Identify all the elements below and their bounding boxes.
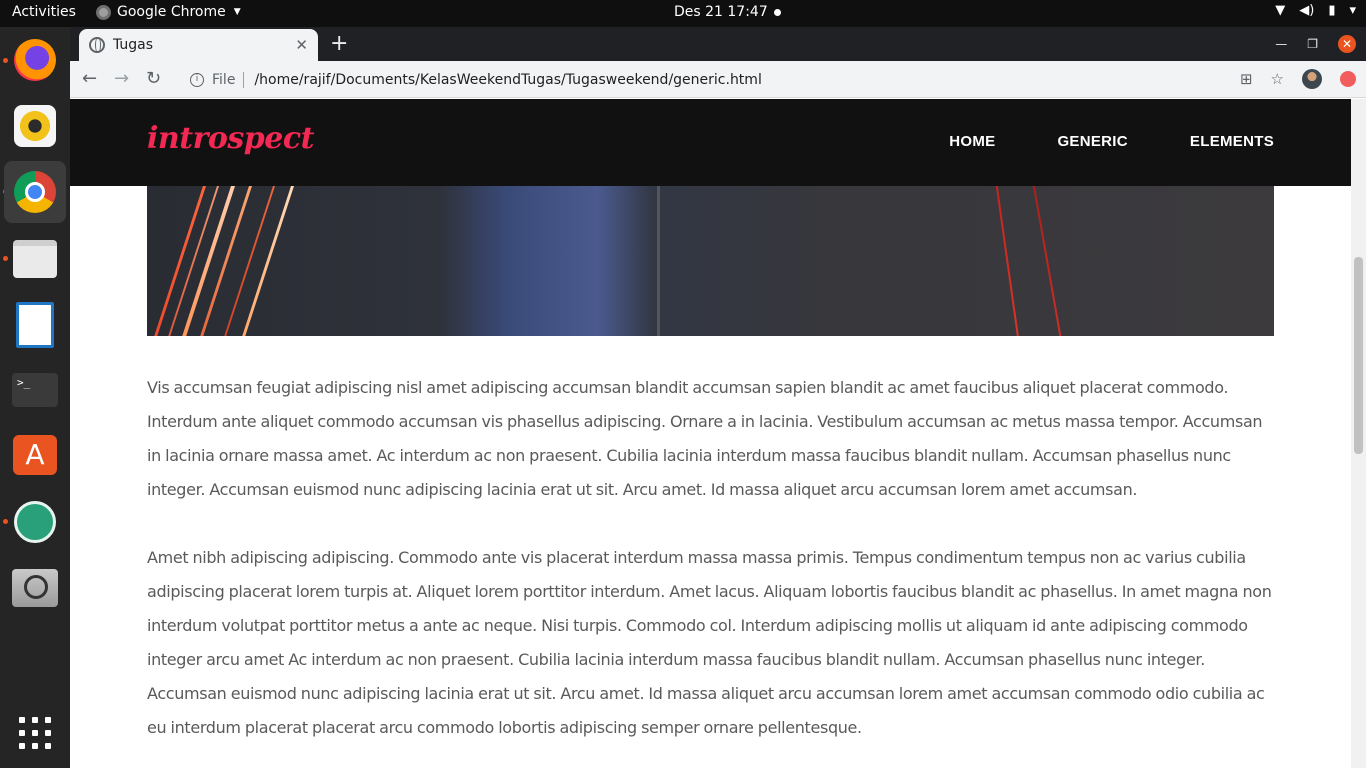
window-controls: — ❐ ✕ (1275, 27, 1366, 61)
scrollbar-thumb[interactable] (1354, 257, 1363, 454)
dock-writer[interactable] (9, 299, 61, 351)
screenshot-icon (12, 569, 58, 607)
software-store-icon: A (13, 435, 57, 475)
show-applications-icon[interactable] (19, 717, 51, 749)
libreoffice-writer-icon (16, 302, 54, 348)
clock[interactable]: Des 21 17:47 (674, 4, 781, 20)
atom-icon (14, 501, 56, 543)
page-scrollbar[interactable] (1351, 99, 1366, 768)
app-menu-label: Google Chrome (117, 4, 226, 20)
bookmark-star-icon[interactable]: ☆ (1271, 70, 1284, 88)
paragraph: Amet nibh adipiscing adipiscing. Commodo… (147, 548, 1272, 737)
rhythmbox-icon (14, 105, 56, 147)
battery-icon: ▮ (1328, 3, 1336, 18)
globe-icon (89, 37, 105, 53)
terminal-icon: >_ (12, 373, 58, 407)
banner-image (147, 186, 1274, 336)
chrome-mini-icon (96, 4, 111, 20)
files-icon (13, 240, 57, 278)
running-indicator (3, 256, 8, 261)
system-tray[interactable]: ▼ ◀) ▮ ▾ (1275, 3, 1356, 18)
nav-elements[interactable]: ELEMENTS (1190, 133, 1274, 150)
app-menu[interactable]: Google Chrome ▼ (96, 4, 241, 20)
dock-files[interactable] (9, 233, 61, 285)
chrome-window: Tugas ✕ + — ❐ ✕ ← → ↻ i File /home/rajif… (70, 27, 1366, 768)
site-logo[interactable]: introspect (147, 121, 314, 156)
info-icon[interactable]: i (190, 72, 204, 87)
chevron-down-icon: ▾ (1349, 3, 1356, 18)
activities-button[interactable]: Activities (12, 4, 76, 20)
profile-avatar[interactable] (1302, 69, 1322, 89)
dock: >_ A (0, 27, 70, 768)
maximize-icon[interactable]: ❐ (1307, 37, 1318, 51)
nav-home[interactable]: HOME (949, 133, 995, 150)
forward-icon[interactable]: → (114, 68, 129, 89)
new-tab-icon[interactable]: + (330, 31, 348, 56)
chrome-icon (14, 171, 56, 213)
translate-icon[interactable]: ⊞ (1240, 70, 1253, 88)
site-header: introspect HOME GENERIC ELEMENTS (70, 99, 1351, 186)
running-indicator (3, 519, 8, 524)
dock-terminal[interactable]: >_ (9, 364, 61, 416)
running-indicator (3, 58, 8, 63)
extension-icon[interactable] (1340, 71, 1356, 87)
back-icon[interactable]: ← (82, 68, 97, 89)
page-viewport: introspect HOME GENERIC ELEMENTS Vis acc… (70, 99, 1366, 768)
article-content: Vis accumsan feugiat adipiscing nisl ame… (147, 371, 1275, 768)
gnome-top-bar: Activities Google Chrome ▼ Des 21 17:47 … (0, 0, 1366, 27)
dock-chrome[interactable] (4, 161, 66, 223)
caret-down-icon: ▼ (233, 7, 241, 17)
nav-generic[interactable]: GENERIC (1057, 133, 1127, 150)
scheme-label: File (212, 71, 236, 88)
tab-title: Tugas (113, 37, 154, 53)
notification-dot-icon (773, 8, 781, 16)
wifi-icon: ▼ (1275, 3, 1286, 18)
dock-rhythmbox[interactable] (9, 100, 61, 152)
tab-strip: Tugas ✕ + — ❐ ✕ (70, 27, 1366, 61)
dock-atom[interactable] (9, 496, 61, 548)
dock-screenshot[interactable] (9, 562, 61, 614)
dock-software[interactable]: A (9, 429, 61, 481)
paragraph: Vis accumsan feugiat adipiscing nisl ame… (147, 378, 1263, 499)
address-bar[interactable]: i File /home/rajif/Documents/KelasWeeken… (178, 65, 1262, 94)
toolbar-actions: ⊞ ☆ (1240, 69, 1356, 89)
volume-icon: ◀) (1299, 3, 1315, 18)
browser-toolbar: ← → ↻ i File /home/rajif/Documents/Kelas… (70, 61, 1366, 98)
close-tab-icon[interactable]: ✕ (295, 36, 308, 54)
dock-firefox[interactable] (9, 34, 61, 86)
firefox-icon (14, 39, 56, 81)
site-nav: HOME GENERIC ELEMENTS (949, 133, 1274, 150)
clock-label: Des 21 17:47 (674, 4, 768, 20)
tab-tugas[interactable]: Tugas ✕ (79, 29, 318, 61)
divider (243, 71, 245, 88)
url-text[interactable]: /home/rajif/Documents/KelasWeekendTugas/… (254, 72, 761, 88)
reload-icon[interactable]: ↻ (146, 68, 161, 89)
close-window-icon[interactable]: ✕ (1338, 35, 1356, 53)
minimize-icon[interactable]: — (1275, 37, 1287, 51)
